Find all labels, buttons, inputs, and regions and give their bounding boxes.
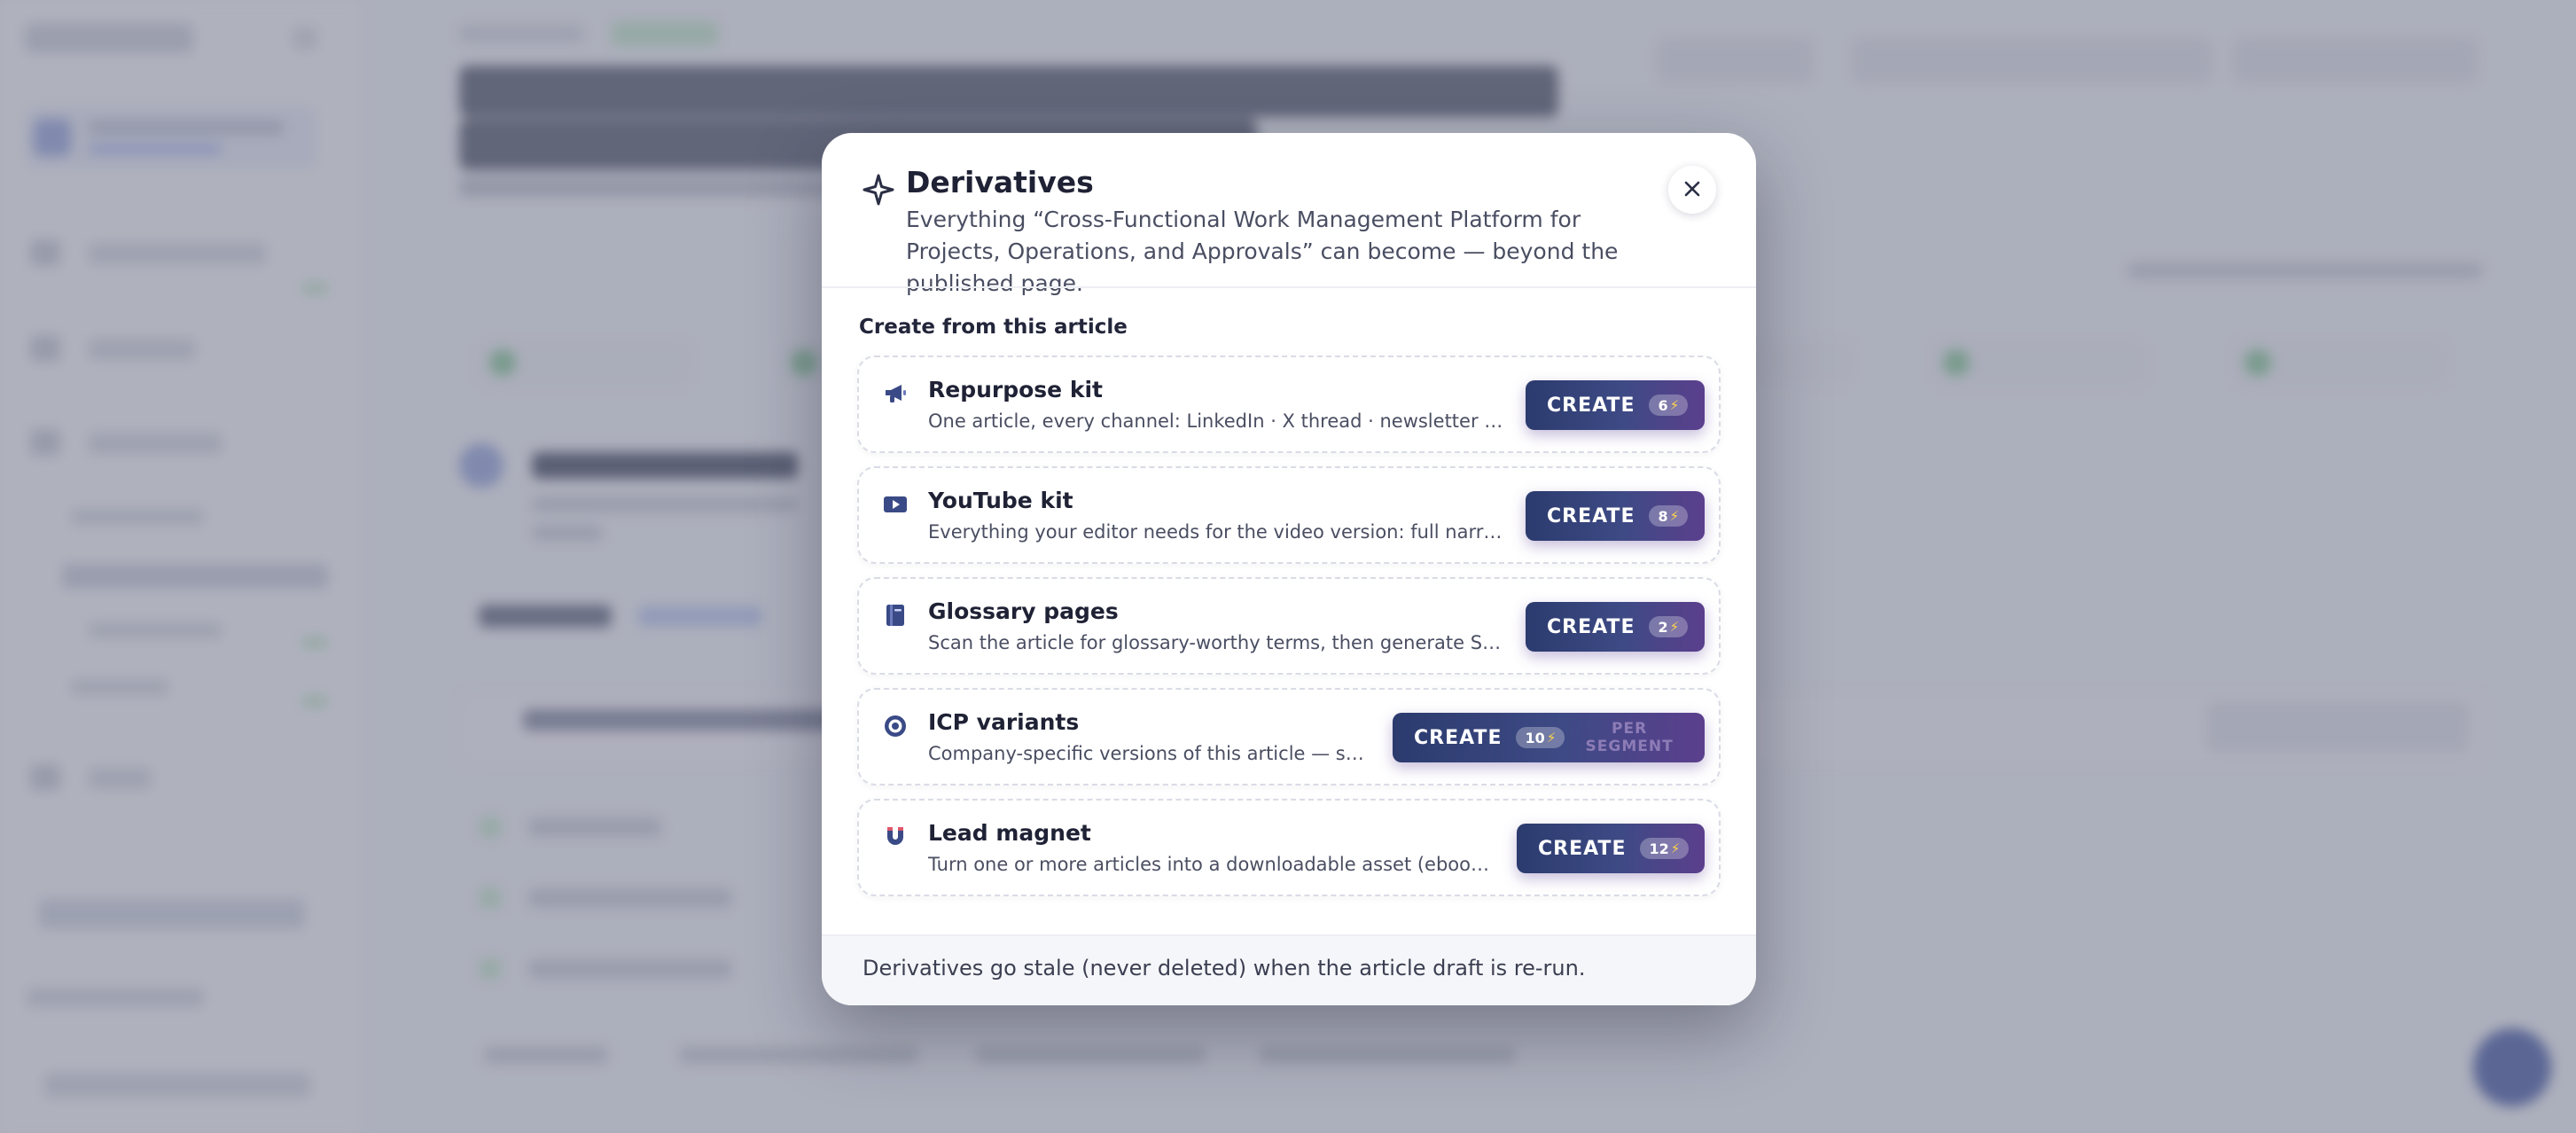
create-lead-magnet-button[interactable]: CREATE 12 ⚡ xyxy=(1517,824,1705,873)
item-description: Turn one or more articles into a downloa… xyxy=(928,854,1495,875)
magnet-icon xyxy=(882,824,909,850)
header-divider xyxy=(822,286,1756,288)
create-label: CREATE xyxy=(1547,615,1635,638)
item-title: Repurpose kit xyxy=(928,377,1103,402)
item-description: Company-specific versions of this articl… xyxy=(928,743,1371,764)
cost-value: 2 xyxy=(1658,618,1668,636)
create-glossary-pages-button[interactable]: CREATE 2 ⚡ xyxy=(1526,602,1705,652)
section-heading: Create from this article xyxy=(859,316,1128,339)
sparkle-icon xyxy=(861,172,896,207)
item-title: YouTube kit xyxy=(928,488,1073,513)
megaphone-icon xyxy=(882,380,909,407)
derivative-item-glossary-pages: Glossary pages Scan the article for glos… xyxy=(857,577,1721,675)
footer-note: Derivatives go stale (never deleted) whe… xyxy=(863,956,1586,981)
item-title: ICP variants xyxy=(928,709,1080,735)
bolt-icon: ⚡ xyxy=(1546,730,1557,746)
cost-badge: 2 ⚡ xyxy=(1649,616,1689,637)
cost-badge: 12 ⚡ xyxy=(1640,838,1690,859)
item-description: One article, every channel: LinkedIn · X… xyxy=(928,410,1504,432)
item-description: Everything your editor needs for the vid… xyxy=(928,521,1504,543)
modal-description: Everything “Cross-Functional Work Manage… xyxy=(906,207,1619,296)
item-title: Lead magnet xyxy=(928,820,1091,846)
cost-value: 12 xyxy=(1649,840,1669,857)
bolt-icon: ⚡ xyxy=(1669,619,1680,635)
bolt-icon: ⚡ xyxy=(1669,397,1680,413)
cost-value: 6 xyxy=(1658,396,1668,414)
close-icon xyxy=(1682,179,1702,201)
create-repurpose-kit-button[interactable]: CREATE 6 ⚡ xyxy=(1526,380,1705,430)
cost-unit: PER SEGMENT xyxy=(1585,720,1674,755)
modal-footer: Derivatives go stale (never deleted) whe… xyxy=(822,934,1756,1005)
book-icon xyxy=(882,602,909,629)
youtube-play-icon xyxy=(882,491,909,518)
modal-header: Derivatives Everything “Cross-Functional… xyxy=(822,133,1756,296)
derivative-item-lead-magnet: Lead magnet Turn one or more articles in… xyxy=(857,799,1721,896)
cost-value: 8 xyxy=(1658,507,1668,525)
create-icp-variants-button[interactable]: CREATE 10 ⚡ PER SEGMENT xyxy=(1393,713,1705,762)
cost-value: 10 xyxy=(1525,729,1545,746)
close-button[interactable] xyxy=(1668,166,1716,214)
cost-badge: 8 ⚡ xyxy=(1649,505,1689,527)
create-label: CREATE xyxy=(1414,726,1503,749)
cost-badge: 10 ⚡ xyxy=(1516,727,1565,748)
derivative-item-repurpose-kit: Repurpose kit One article, every channel… xyxy=(857,356,1721,453)
bolt-icon: ⚡ xyxy=(1670,840,1681,856)
create-label: CREATE xyxy=(1547,504,1635,527)
derivatives-modal: Derivatives Everything “Cross-Functional… xyxy=(822,133,1756,1005)
target-icon xyxy=(882,713,909,739)
cost-badge: 6 ⚡ xyxy=(1649,395,1689,416)
item-description: Scan the article for glossary-worthy ter… xyxy=(928,632,1504,653)
derivative-item-icp-variants: ICP variants Company-specific versions o… xyxy=(857,688,1721,785)
create-label: CREATE xyxy=(1547,394,1635,417)
item-title: Glossary pages xyxy=(928,598,1119,624)
derivative-item-youtube-kit: YouTube kit Everything your editor needs… xyxy=(857,466,1721,564)
bolt-icon: ⚡ xyxy=(1669,508,1680,524)
create-label: CREATE xyxy=(1538,837,1627,860)
modal-title: Derivatives xyxy=(906,165,1094,199)
create-youtube-kit-button[interactable]: CREATE 8 ⚡ xyxy=(1526,491,1705,541)
